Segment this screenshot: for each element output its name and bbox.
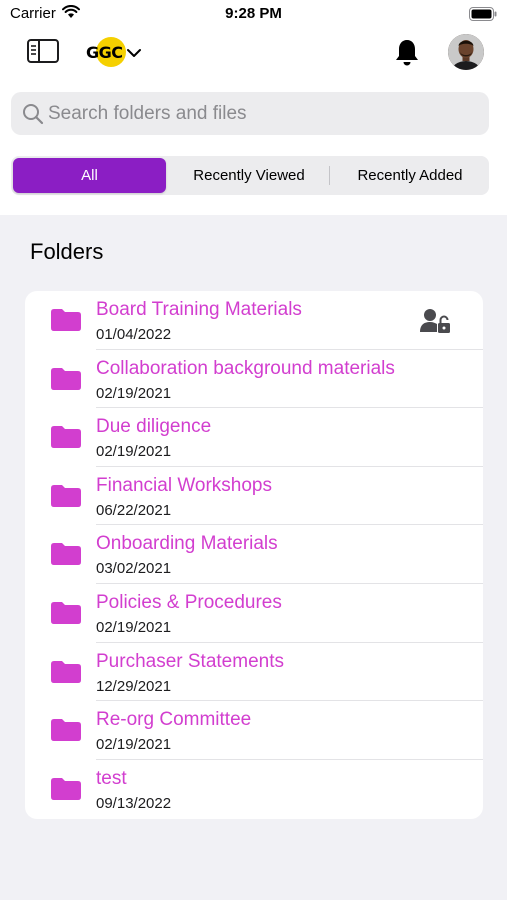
folder-date: 01/04/2022 [96, 326, 172, 343]
folders-section: Folders Board Training Materials 01/04/2… [0, 215, 507, 900]
app-screen: Carrier 9:28 PM GGC Search folders and f… [0, 0, 507, 900]
folder-icon [51, 309, 81, 336]
tab-recently-viewed[interactable]: Recently Viewed [171, 158, 327, 193]
folder-icon [51, 719, 81, 746]
folder-name: Purchaser Statements [96, 650, 284, 672]
folder-row[interactable]: Re-org Committee 02/19/2021 [25, 701, 483, 760]
tab-all[interactable]: All [13, 158, 166, 193]
folder-icon [51, 426, 81, 453]
folder-name: Collaboration background materials [96, 357, 395, 379]
folder-name: Board Training Materials [96, 299, 302, 320]
folder-list: Board Training Materials 01/04/2022 Coll… [25, 291, 483, 819]
clock-time: 9:28 PM [225, 5, 282, 22]
folder-name: Due diligence [96, 416, 212, 438]
folder-icon [51, 602, 81, 629]
folder-name: Policies & Procedures [96, 592, 282, 613]
tab-recently-added[interactable]: Recently Added [333, 158, 487, 193]
section-title: Folders [30, 239, 104, 264]
search-field[interactable]: Search folders and files [11, 92, 489, 135]
folder-row[interactable]: test 09/13/2022 [25, 760, 483, 819]
folder-date: 02/19/2021 [96, 736, 172, 754]
organization-logo: GGC [86, 43, 123, 62]
filter-segmented-control: All Recently Viewed Recently Added [11, 156, 489, 195]
status-bar: Carrier 9:28 PM [0, 0, 507, 30]
folder-row[interactable]: Collaboration background materials 02/19… [25, 350, 483, 409]
folder-icon [51, 660, 81, 688]
chevron-down-icon [126, 46, 142, 64]
search-placeholder: Search folders and files [48, 103, 247, 124]
folder-date: 02/19/2021 [96, 384, 172, 402]
folder-row[interactable]: Policies & Procedures 02/19/2021 [25, 584, 483, 643]
app-header: GGC [0, 30, 507, 80]
folder-date: 02/19/2021 [96, 619, 172, 636]
bell-icon [393, 40, 421, 72]
folder-row[interactable]: Purchaser Statements 12/29/2021 [25, 643, 483, 702]
user-lock-icon[interactable] [420, 308, 452, 339]
sidebar-toggle-button[interactable] [26, 38, 62, 68]
folder-row[interactable]: Due diligence 02/19/2021 [25, 408, 483, 467]
folder-row[interactable]: Onboarding Materials 03/02/2021 [25, 525, 483, 584]
folder-date: 12/29/2021 [96, 677, 172, 695]
folder-name: Financial Workshops [96, 474, 273, 496]
folder-row[interactable]: Financial Workshops 06/22/2021 [25, 467, 483, 526]
folder-icon [51, 543, 81, 570]
sidebar-icon [26, 39, 60, 68]
segment-divider [329, 166, 330, 185]
folder-icon [51, 777, 81, 805]
folder-date: 06/22/2021 [96, 501, 172, 519]
folder-date: 03/02/2021 [96, 560, 172, 578]
organization-switcher[interactable]: GGC [86, 35, 146, 71]
avatar[interactable] [448, 34, 484, 70]
folder-date: 09/13/2022 [96, 794, 172, 812]
folder-name: Onboarding Materials [96, 533, 278, 555]
folder-name: test [96, 767, 127, 789]
search-icon [22, 103, 44, 130]
folder-row[interactable]: Board Training Materials 01/04/2022 [25, 291, 483, 350]
folder-icon [51, 367, 81, 395]
folder-date: 02/19/2021 [96, 443, 172, 461]
battery-icon [469, 7, 497, 26]
notifications-button[interactable] [393, 38, 421, 68]
folder-name: Re-org Committee [96, 709, 252, 731]
folder-icon [51, 484, 81, 512]
